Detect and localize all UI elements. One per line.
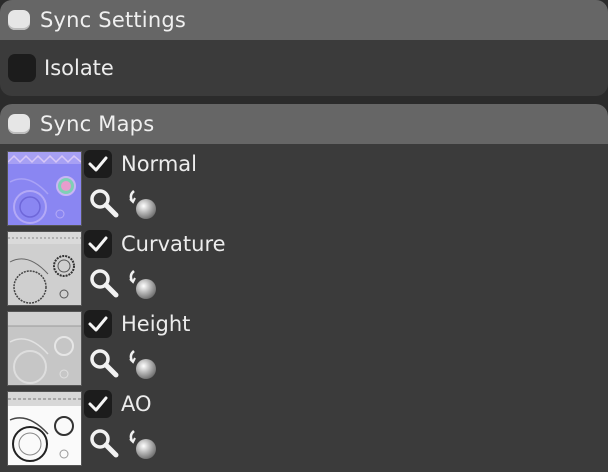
sync-settings-panel: Sync Settings Isolate	[0, 0, 608, 96]
height-checkbox[interactable]	[84, 310, 112, 338]
isolate-row: Isolate	[0, 40, 608, 96]
isolate-checkbox[interactable]	[8, 54, 36, 82]
sync-maps-header[interactable]: Sync Maps	[0, 104, 608, 144]
map-row-curvature: Curvature	[0, 224, 608, 306]
checkmark-icon	[88, 236, 108, 252]
preview-sphere-icon[interactable]	[126, 188, 160, 222]
sync-maps-collapse-toggle[interactable]	[8, 114, 30, 134]
preview-sphere-icon[interactable]	[126, 428, 160, 462]
sync-settings-collapse-toggle[interactable]	[8, 10, 30, 30]
search-icon[interactable]	[88, 427, 120, 459]
normal-label: Normal	[121, 152, 197, 176]
map-row-height: Height	[0, 304, 608, 386]
checkmark-icon	[88, 316, 108, 332]
curvature-map-thumbnail[interactable]	[7, 231, 82, 306]
height-label: Height	[121, 312, 191, 336]
sync-settings-header[interactable]: Sync Settings	[0, 0, 608, 40]
search-icon[interactable]	[88, 347, 120, 379]
ao-label: AO	[121, 392, 152, 416]
normal-checkbox[interactable]	[84, 150, 112, 178]
curvature-checkbox[interactable]	[84, 230, 112, 258]
normal-map-thumbnail[interactable]	[7, 151, 82, 226]
sync-settings-title: Sync Settings	[40, 8, 187, 32]
map-row-normal: Normal	[0, 144, 608, 226]
sync-maps-title: Sync Maps	[40, 112, 155, 136]
height-map-thumbnail[interactable]	[7, 311, 82, 386]
checkmark-icon	[88, 156, 108, 172]
preview-sphere-icon[interactable]	[126, 348, 160, 382]
checkmark-icon	[88, 396, 108, 412]
search-icon[interactable]	[88, 267, 120, 299]
ao-map-thumbnail[interactable]	[7, 391, 82, 466]
isolate-label: Isolate	[44, 56, 114, 80]
sync-maps-panel: Sync Maps Normal Curvature Height AO	[0, 104, 608, 472]
search-icon[interactable]	[88, 187, 120, 219]
curvature-label: Curvature	[121, 232, 226, 256]
ao-checkbox[interactable]	[84, 390, 112, 418]
preview-sphere-icon[interactable]	[126, 268, 160, 302]
map-row-ao: AO	[0, 384, 608, 466]
